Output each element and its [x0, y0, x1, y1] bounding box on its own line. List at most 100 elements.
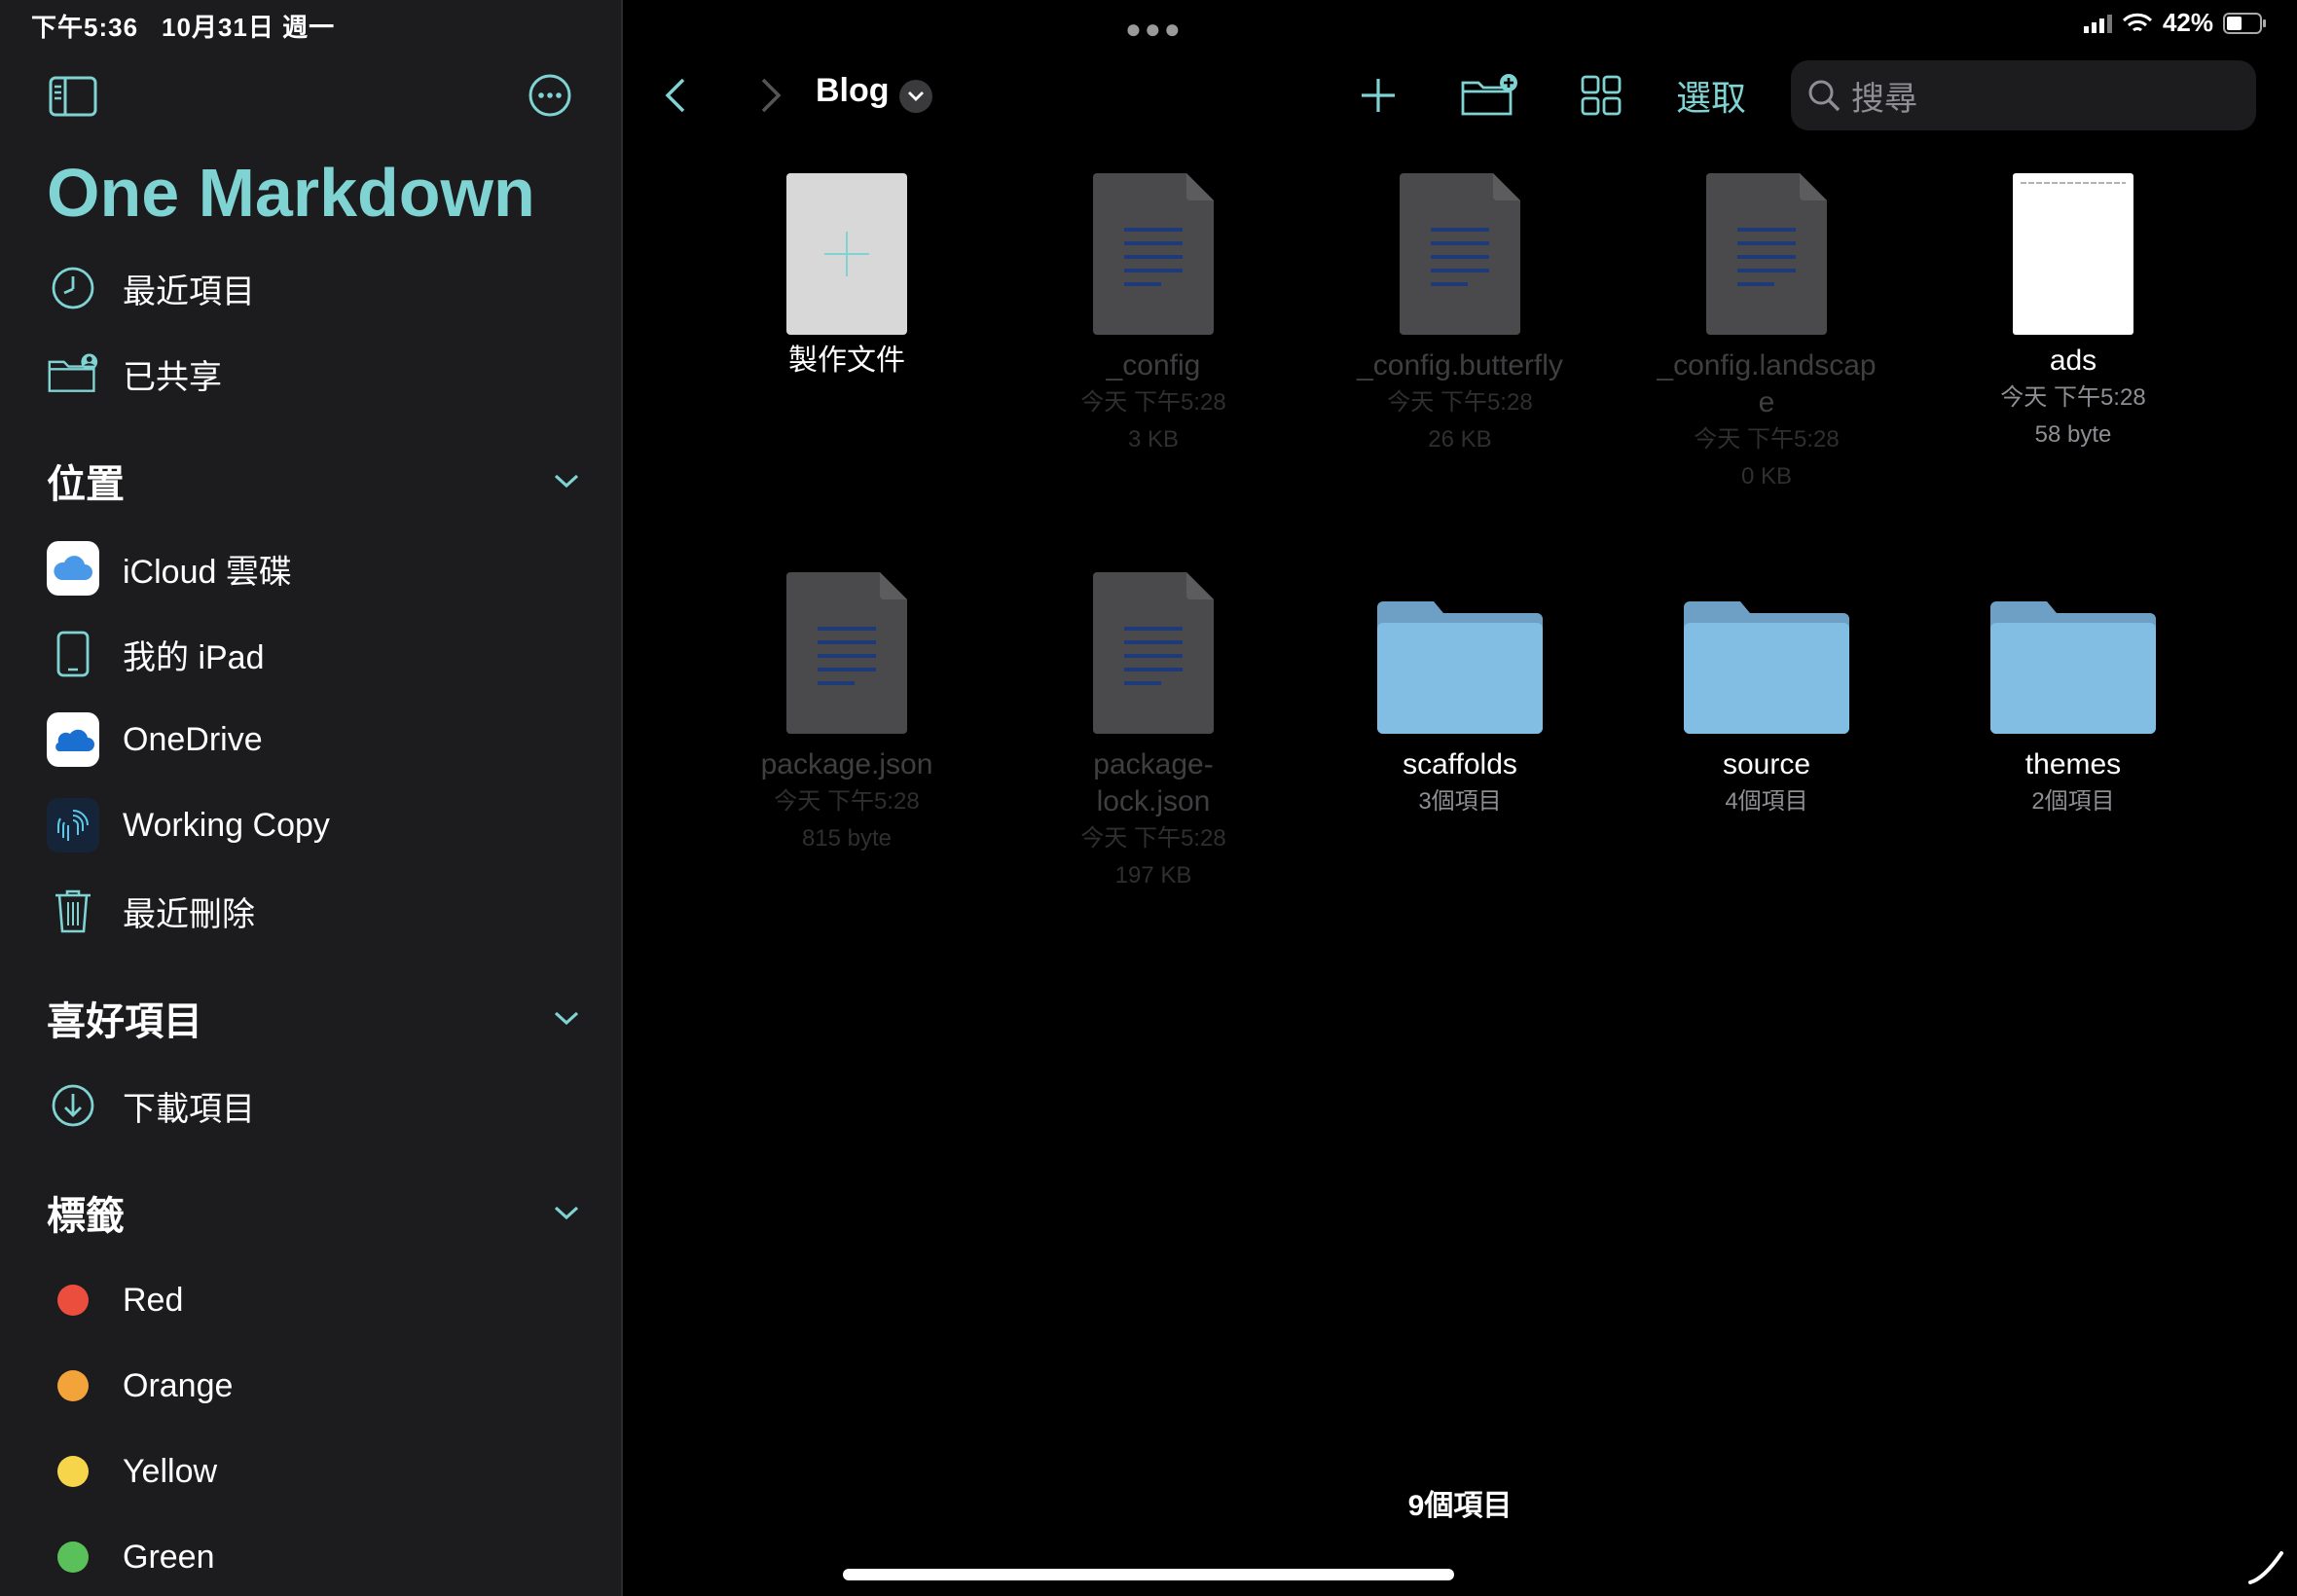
- sidebar-item-my-ipad[interactable]: 我的 iPad: [47, 625, 592, 683]
- sidebar-item-label: Green: [123, 1538, 215, 1576]
- sidebar-tag-yellow[interactable]: Yellow: [47, 1442, 592, 1501]
- file-item-ads[interactable]: ads 今天 下午5:28 58 byte: [1947, 173, 2200, 453]
- more-options-icon[interactable]: [528, 73, 572, 118]
- document-preview-thumbnail: [2013, 173, 2133, 335]
- status-time-date: 下午5:36 10月31日 週一: [31, 8, 358, 44]
- plus-icon: [824, 232, 869, 276]
- ipad-icon: [56, 631, 90, 677]
- view-mode-button[interactable]: [1579, 72, 1623, 119]
- sidebar-toggle-icon[interactable]: [49, 76, 97, 117]
- tag-color-dot: [57, 1542, 89, 1573]
- chevron-down-icon[interactable]: [553, 472, 580, 490]
- tag-color-dot: [57, 1456, 89, 1487]
- sidebar-item-label: OneDrive: [123, 720, 263, 758]
- sidebar: 下午5:36 10月31日 週一 One Markdown 最近項目 已共享 位…: [0, 0, 623, 1596]
- folder-item-scaffolds[interactable]: scaffolds 3個項目: [1333, 601, 1586, 820]
- add-button[interactable]: [1355, 72, 1402, 119]
- sidebar-item-label: Working Copy: [123, 806, 330, 844]
- chevron-down-icon[interactable]: [553, 1009, 580, 1027]
- file-item-config-landscape[interactable]: _config.landscap e 今天 下午5:28 0 KB: [1640, 173, 1893, 495]
- document-icon: [1400, 173, 1520, 335]
- shared-folder-icon: [48, 353, 98, 392]
- new-folder-button[interactable]: [1460, 72, 1518, 119]
- select-button[interactable]: 選取: [1672, 72, 1750, 119]
- file-name: package.json: [760, 748, 933, 780]
- file-name: _config: [1106, 349, 1201, 381]
- back-chevron-icon[interactable]: [658, 76, 697, 115]
- folder-menu-button[interactable]: [899, 80, 932, 113]
- sidebar-item-label: Red: [123, 1281, 184, 1319]
- chevron-down-icon[interactable]: [553, 1204, 580, 1221]
- tag-color-dot: [57, 1370, 89, 1401]
- section-title: 標籤: [47, 1195, 125, 1238]
- search-icon: [1808, 80, 1841, 112]
- sidebar-item-working-copy[interactable]: Working Copy: [47, 796, 592, 854]
- document-icon: [1093, 173, 1214, 335]
- sidebar-item-downloads[interactable]: 下載項目: [47, 1076, 592, 1135]
- cellular-signal-icon: [2083, 14, 2112, 33]
- preview-text-lines: [2021, 182, 2126, 184]
- sidebar-item-label: 最近項目: [123, 272, 255, 310]
- search-placeholder: 搜尋: [1851, 80, 1917, 118]
- file-size: 26 KB: [1428, 426, 1492, 453]
- sidebar-item-onedrive[interactable]: OneDrive: [47, 710, 592, 769]
- search-field[interactable]: 搜尋: [1791, 60, 2256, 130]
- battery-percent: 42%: [2162, 8, 2213, 37]
- sidebar-item-recently-deleted[interactable]: 最近刪除: [47, 882, 592, 940]
- sidebar-item-icloud[interactable]: iCloud 雲碟: [47, 539, 592, 598]
- folder-icon: [1377, 601, 1543, 734]
- home-indicator[interactable]: [843, 1569, 1454, 1580]
- folder-name: themes: [2024, 748, 2122, 780]
- sidebar-item-label: iCloud 雲碟: [123, 553, 292, 591]
- status-date: 10月31日 週一: [162, 13, 336, 42]
- file-item-config[interactable]: _config 今天 下午5:28 3 KB: [1027, 173, 1280, 458]
- file-name: package- lock.json: [1093, 748, 1214, 817]
- folder-item-count: 3個項目: [1418, 788, 1502, 815]
- file-size: 3 KB: [1127, 426, 1180, 453]
- working-copy-icon: [57, 810, 89, 841]
- sidebar-tag-red[interactable]: Red: [47, 1271, 592, 1329]
- sidebar-item-recents[interactable]: 最近項目: [47, 259, 592, 317]
- section-header-favorites[interactable]: 喜好項目: [47, 989, 580, 1047]
- app-title: One Markdown: [47, 155, 535, 231]
- chevron-down-icon: [908, 91, 924, 101]
- grid-view-icon: [1581, 75, 1622, 116]
- folder-icon: [1684, 601, 1849, 734]
- file-size: 58 byte: [2034, 421, 2112, 448]
- sidebar-item-label: 下載項目: [123, 1090, 255, 1128]
- folder-icon: [1990, 601, 2156, 734]
- onedrive-icon: [55, 729, 94, 751]
- folder-item-source[interactable]: source 4個項目: [1640, 601, 1893, 820]
- file-date: 今天 下午5:28: [1387, 389, 1533, 416]
- file-name: 製作文件: [788, 345, 905, 377]
- file-size: 0 KB: [1740, 463, 1793, 490]
- file-date: 今天 下午5:28: [774, 788, 920, 815]
- section-header-locations[interactable]: 位置: [47, 452, 580, 510]
- section-title: 位置: [47, 463, 125, 506]
- sidebar-item-label: Orange: [123, 1366, 234, 1404]
- pencil-corner-icon[interactable]: [2246, 1547, 2285, 1586]
- sidebar-item-label: Yellow: [123, 1452, 218, 1490]
- file-date: 今天 下午5:28: [2000, 384, 2146, 411]
- folder-title[interactable]: Blog: [816, 72, 890, 110]
- sidebar-tag-green[interactable]: Green: [47, 1528, 592, 1586]
- file-item-config-butterfly[interactable]: _config.butterfly 今天 下午5:28 26 KB: [1333, 173, 1586, 458]
- create-document-thumbnail: [786, 173, 907, 335]
- section-header-tags[interactable]: 標籤: [47, 1183, 580, 1242]
- multitasking-dots-icon[interactable]: ●●●: [1125, 14, 1184, 45]
- file-item-package-json[interactable]: package.json 今天 下午5:28 815 byte: [720, 572, 973, 857]
- create-document-item[interactable]: 製作文件: [720, 173, 973, 380]
- forward-chevron-icon[interactable]: [749, 76, 788, 115]
- sidebar-tag-orange[interactable]: Orange: [47, 1357, 592, 1415]
- sidebar-item-label: 最近刪除: [123, 895, 255, 933]
- sidebar-item-label: 已共享: [123, 358, 222, 396]
- file-item-package-lock-json[interactable]: package- lock.json 今天 下午5:28 197 KB: [1027, 572, 1280, 894]
- document-icon: [1093, 572, 1214, 734]
- folder-item-themes[interactable]: themes 2個項目: [1947, 601, 2200, 820]
- battery-icon: [2223, 12, 2266, 34]
- document-icon: [786, 572, 907, 734]
- folder-item-count: 4個項目: [1725, 788, 1808, 815]
- file-date: 今天 下午5:28: [1080, 825, 1226, 852]
- sidebar-item-shared[interactable]: 已共享: [47, 345, 592, 403]
- icloud-icon: [54, 556, 92, 580]
